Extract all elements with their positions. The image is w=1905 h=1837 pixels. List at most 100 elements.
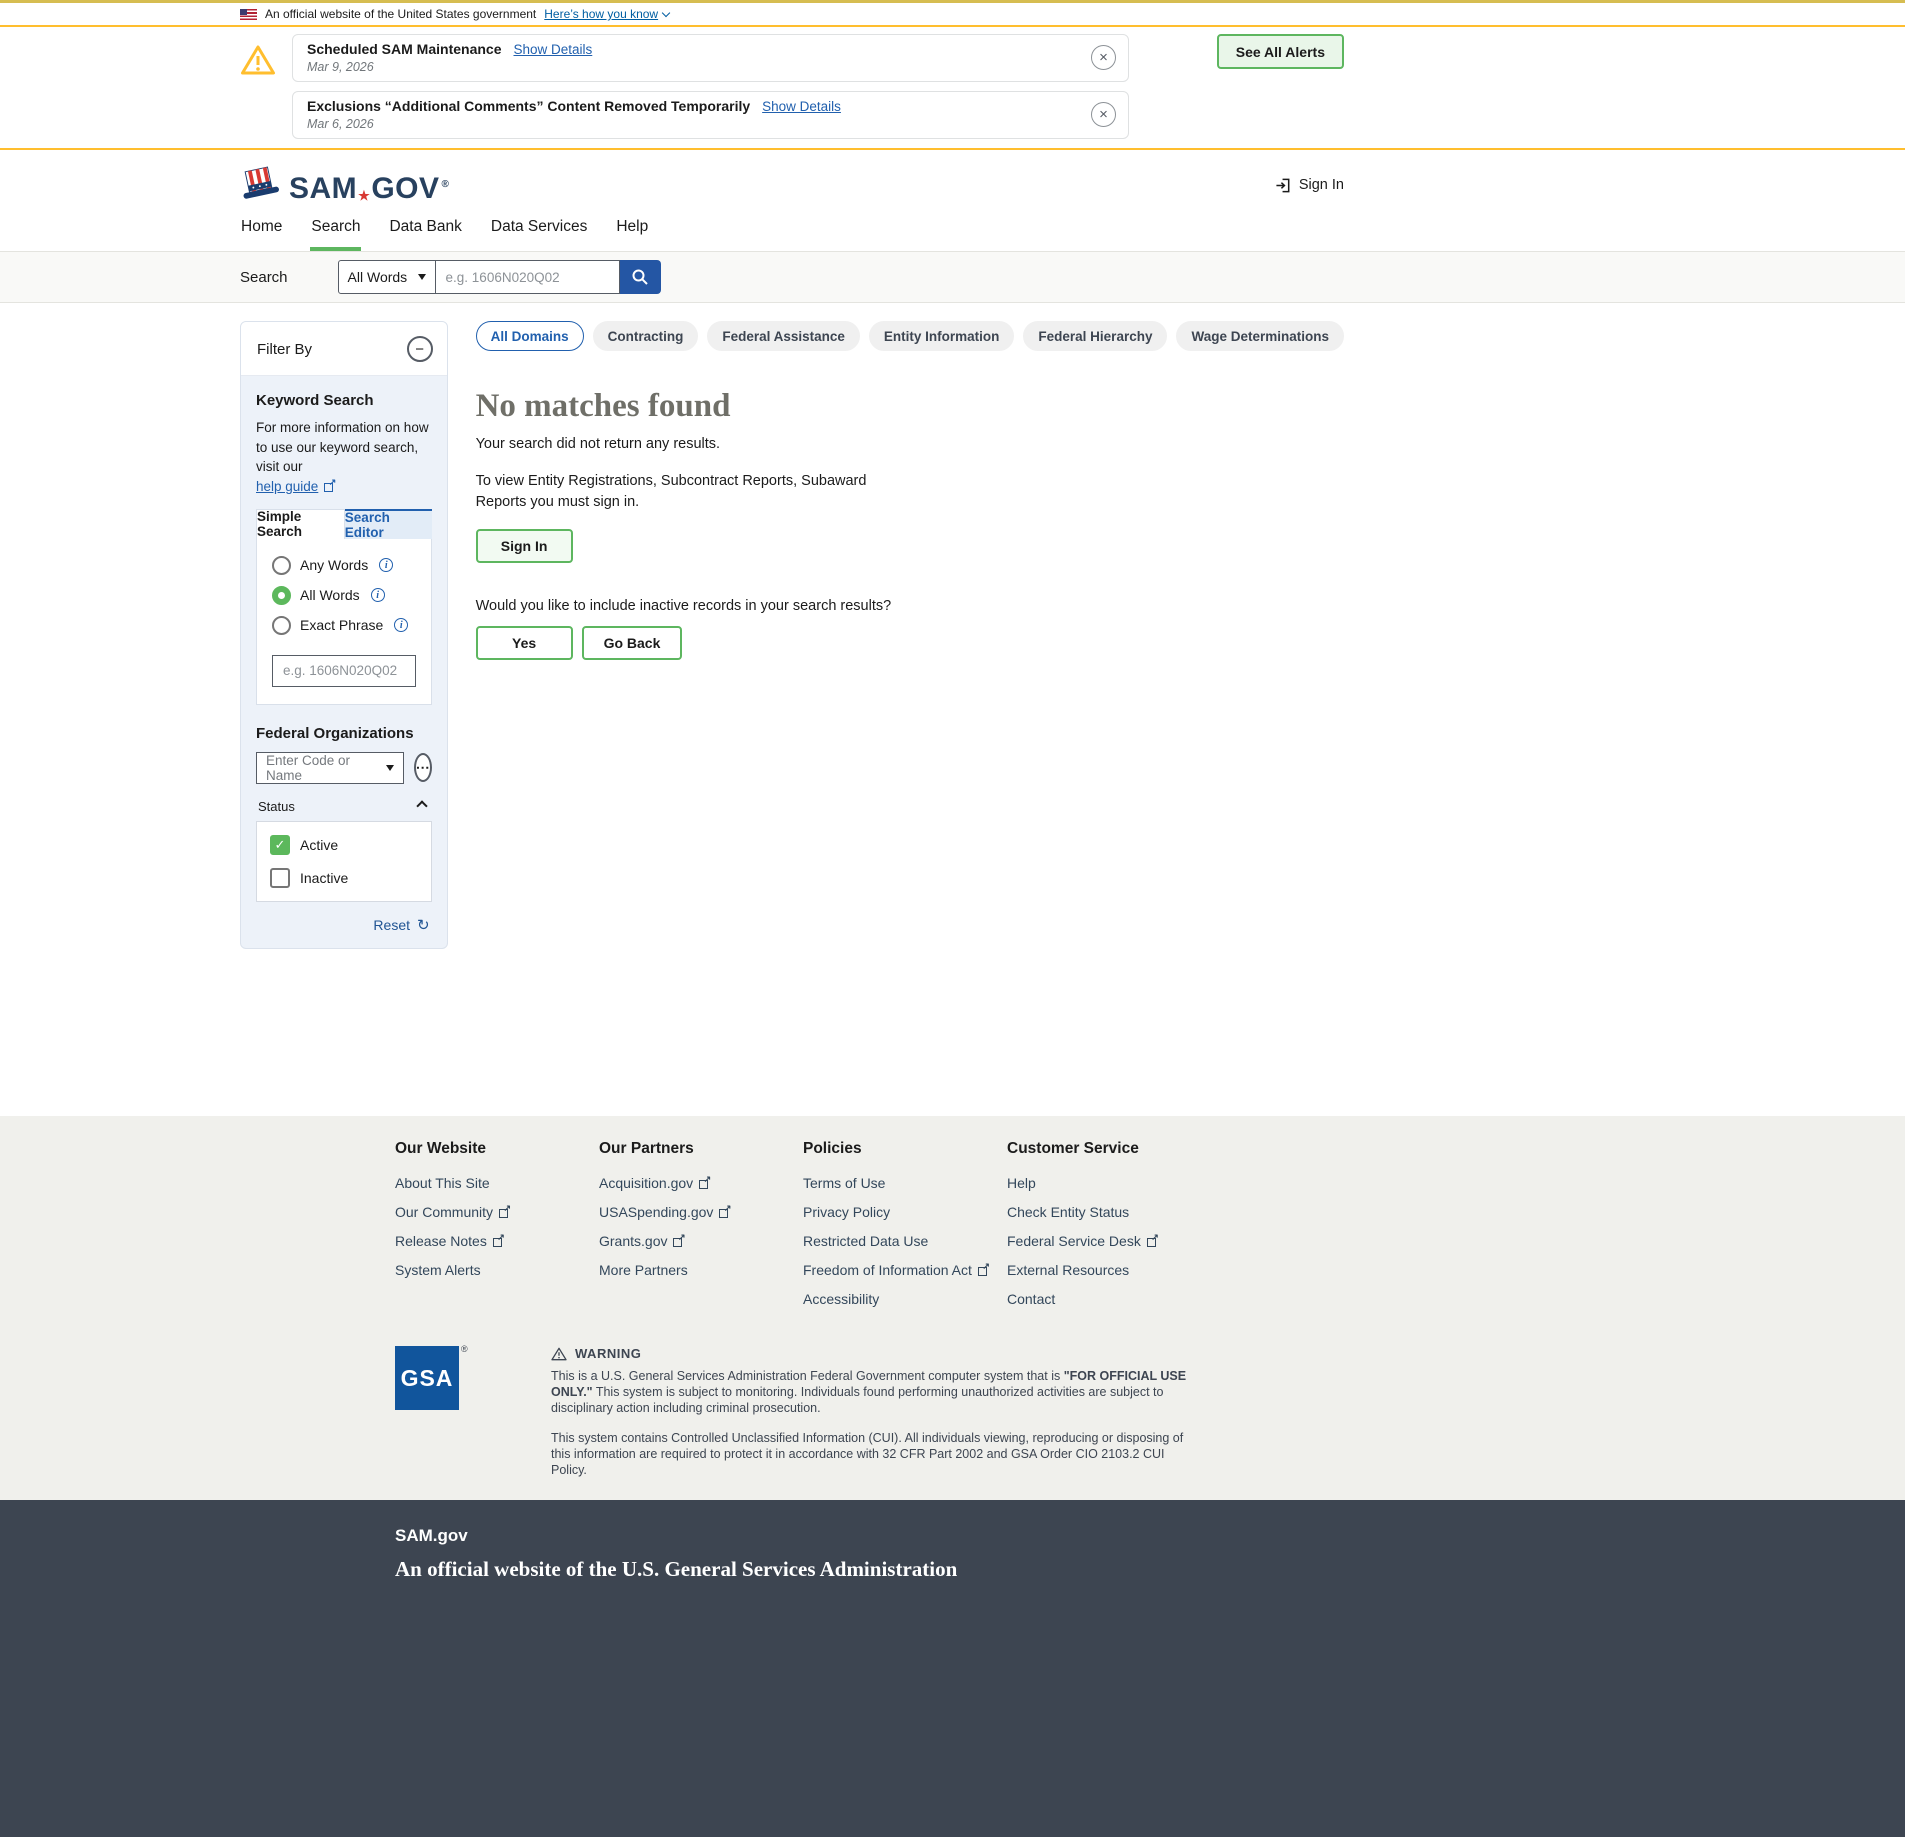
- federal-organizations-select[interactable]: Enter Code or Name: [256, 751, 404, 784]
- footer-tagline: An official website of the U.S. General …: [395, 1557, 958, 1581]
- info-icon[interactable]: i: [379, 558, 394, 573]
- footer-link-privacy-policy[interactable]: Privacy Policy: [803, 1204, 1007, 1220]
- sam-gov-logo[interactable]: SAM ★ GOV ®: [240, 166, 449, 204]
- yes-button[interactable]: Yes: [475, 626, 573, 661]
- footer-link-freedom-of-information-act[interactable]: Freedom of Information Act: [803, 1261, 1007, 1279]
- radio-all-words[interactable]: All Words i: [272, 585, 416, 605]
- nav-item-search[interactable]: Search: [310, 212, 362, 251]
- search-mode-select[interactable]: All Words: [337, 260, 436, 294]
- footer-link-help[interactable]: Help: [1007, 1175, 1211, 1191]
- domain-pill-contracting[interactable]: Contracting: [592, 321, 699, 351]
- footer-link-about-this-site[interactable]: About This Site: [395, 1175, 599, 1191]
- nav-item-data-bank[interactable]: Data Bank: [388, 212, 462, 251]
- search-input[interactable]: [435, 260, 620, 294]
- alert-close-button[interactable]: ×: [1091, 102, 1116, 127]
- info-icon[interactable]: i: [394, 618, 409, 633]
- alert-title: Scheduled SAM Maintenance: [307, 41, 502, 57]
- go-back-button[interactable]: Go Back: [581, 626, 683, 661]
- footer-link-external-resources[interactable]: External Resources: [1007, 1262, 1211, 1278]
- footer-link-usaspending-gov[interactable]: USASpending.gov: [599, 1203, 803, 1221]
- footer-link-grants-gov[interactable]: Grants.gov: [599, 1232, 803, 1250]
- footer-link-check-entity-status[interactable]: Check Entity Status: [1007, 1204, 1211, 1220]
- alerts-section: Scheduled SAM Maintenance Show Details M…: [0, 25, 1905, 150]
- alert-item: Scheduled SAM Maintenance Show Details M…: [292, 34, 1129, 82]
- footer-column-customer-service: Customer Service Help Check Entity Statu…: [1007, 1140, 1211, 1320]
- alert-show-details-link[interactable]: Show Details: [513, 42, 592, 57]
- nav-item-help[interactable]: Help: [615, 212, 649, 251]
- warning-block: WARNING This is a U.S. General Services …: [551, 1346, 1201, 1478]
- footer-column-policies: Policies Terms of Use Privacy Policy Res…: [803, 1140, 1007, 1320]
- footer-column-title: Customer Service: [1007, 1140, 1139, 1157]
- help-guide-link[interactable]: help guide: [256, 477, 336, 494]
- status-heading: Status: [258, 798, 295, 814]
- close-icon: ×: [1099, 49, 1108, 66]
- domain-pill-federal-hierarchy[interactable]: Federal Hierarchy: [1023, 321, 1168, 351]
- external-link-icon: [1146, 1232, 1159, 1247]
- keyword-search-heading: Keyword Search: [256, 392, 374, 409]
- nav-item-home[interactable]: Home: [240, 212, 283, 251]
- filter-panel: Filter By − Keyword Search For more info…: [240, 321, 448, 949]
- search-icon: [632, 269, 648, 285]
- domain-pill-entity-information[interactable]: Entity Information: [868, 321, 1015, 351]
- gov-banner-link[interactable]: Here’s how you know: [544, 7, 671, 21]
- radio-label: Any Words: [300, 557, 369, 574]
- nav-item-data-services[interactable]: Data Services: [490, 212, 588, 251]
- footer-link-release-notes[interactable]: Release Notes: [395, 1232, 599, 1250]
- footer-link-system-alerts[interactable]: System Alerts: [395, 1262, 599, 1278]
- warning-small-icon: [551, 1347, 567, 1360]
- see-all-alerts-button[interactable]: See All Alerts: [1216, 34, 1344, 69]
- no-matches-heading: No matches found: [475, 388, 731, 424]
- registered-mark-icon: ®: [441, 179, 450, 190]
- external-link-icon: [719, 1203, 731, 1218]
- tab-simple-search[interactable]: Simple Search: [256, 508, 345, 539]
- domain-pill-all-domains[interactable]: All Domains: [475, 321, 584, 351]
- search-label: Search: [240, 268, 288, 286]
- footer-link-accessibility[interactable]: Accessibility: [803, 1291, 1007, 1307]
- domain-pill-federal-assistance[interactable]: Federal Assistance: [707, 321, 860, 351]
- sign-in-button[interactable]: Sign In: [475, 529, 573, 564]
- alert-date: Mar 6, 2026: [307, 117, 374, 131]
- footer-column-our-website: Our Website About This Site Our Communit…: [395, 1140, 599, 1320]
- footer: Our Website About This Site Our Communit…: [0, 1116, 1905, 1500]
- alert-date: Mar 9, 2026: [307, 60, 374, 74]
- footer-column-title: Policies: [803, 1140, 862, 1157]
- federal-organizations-more-button[interactable]: ⋯: [413, 753, 432, 783]
- alert-show-details-link[interactable]: Show Details: [762, 99, 841, 114]
- footer-link-federal-service-desk[interactable]: Federal Service Desk: [1007, 1232, 1211, 1250]
- footer-link-restricted-data-use[interactable]: Restricted Data Use: [803, 1233, 1007, 1249]
- radio-label: All Words: [300, 587, 360, 604]
- domain-pill-wage-determinations[interactable]: Wage Determinations: [1176, 321, 1344, 351]
- tab-search-editor[interactable]: Search Editor: [344, 508, 432, 540]
- filter-collapse-button[interactable]: −: [406, 336, 433, 362]
- status-section-toggle[interactable]: Status: [256, 799, 432, 821]
- sign-in-link[interactable]: Sign In: [1275, 177, 1344, 194]
- alert-close-button[interactable]: ×: [1091, 45, 1116, 70]
- footer-column-our-partners: Our Partners Acquisition.gov USASpending…: [599, 1140, 803, 1320]
- footer-link-acquisition-gov[interactable]: Acquisition.gov: [599, 1174, 803, 1192]
- ellipsis-icon: ⋯: [415, 759, 430, 776]
- footer-link-terms-of-use[interactable]: Terms of Use: [803, 1175, 1007, 1191]
- footer-link-more-partners[interactable]: More Partners: [599, 1262, 803, 1278]
- radio-icon: [272, 615, 291, 635]
- radio-icon-selected: [272, 585, 291, 605]
- main-nav: Home Search Data Bank Data Services Help: [240, 212, 1344, 251]
- footer-link-our-community[interactable]: Our Community: [395, 1203, 599, 1221]
- info-icon[interactable]: i: [370, 588, 385, 603]
- checkbox-active[interactable]: ✓ Active: [270, 834, 418, 855]
- no-results-text: Your search did not return any results.: [475, 436, 721, 452]
- keyword-input[interactable]: [272, 654, 416, 687]
- radio-exact-phrase[interactable]: Exact Phrase i: [272, 615, 416, 635]
- keyword-search-description: For more information on how to use our k…: [256, 420, 429, 475]
- warning-heading: WARNING: [575, 1346, 642, 1361]
- sign-in-icon: [1276, 178, 1290, 192]
- warning-paragraph-2: This system contains Controlled Unclassi…: [551, 1431, 1184, 1477]
- gsa-logo: GSA ®: [395, 1344, 468, 1478]
- check-icon: ✓: [274, 836, 286, 852]
- footer-column-title: Our Partners: [599, 1140, 694, 1157]
- search-button[interactable]: [619, 260, 661, 294]
- footer-link-contact[interactable]: Contact: [1007, 1291, 1211, 1307]
- checkbox-inactive[interactable]: Inactive: [270, 867, 418, 888]
- checkbox-unchecked-icon: [270, 867, 290, 888]
- radio-any-words[interactable]: Any Words i: [272, 555, 416, 575]
- reset-filters-link[interactable]: Reset ↻: [256, 902, 432, 948]
